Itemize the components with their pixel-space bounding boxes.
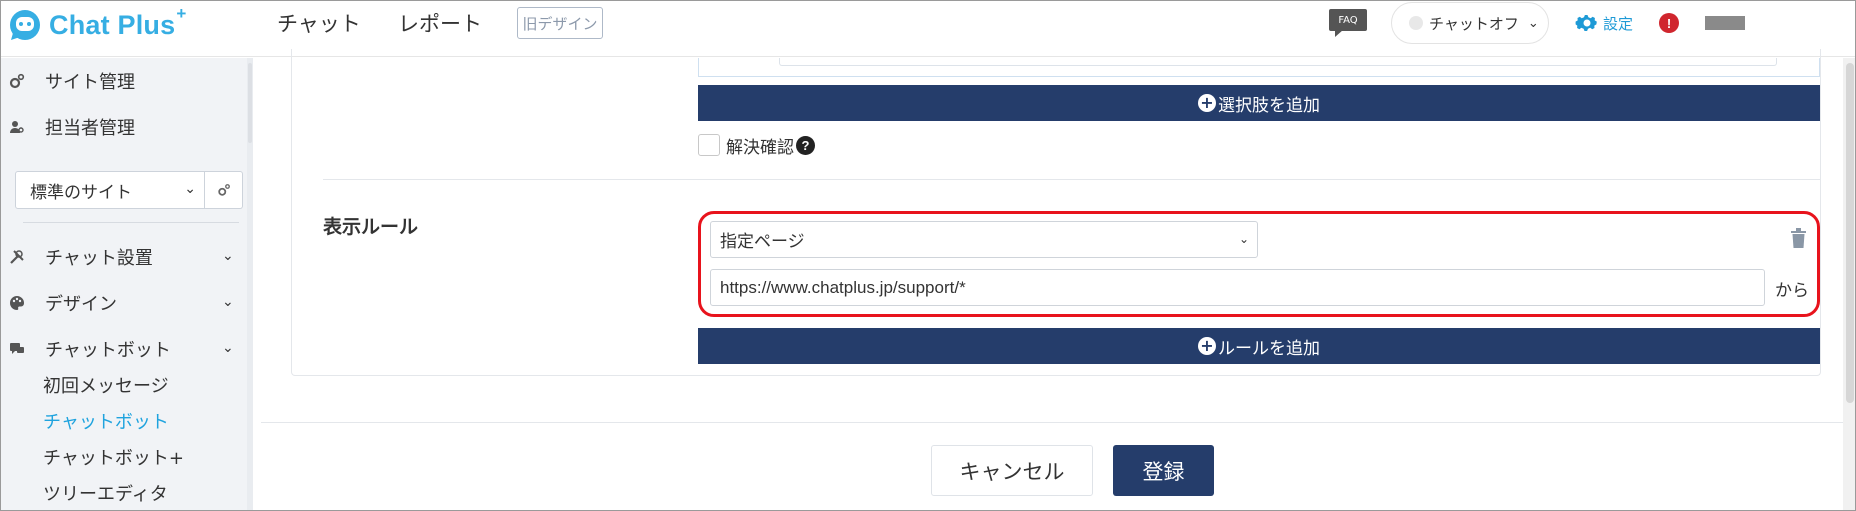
- sidebar-item-chat-install[interactable]: チャット設置: [9, 245, 153, 269]
- faq-icon[interactable]: FAQ: [1329, 9, 1367, 37]
- sidebar-item-label: チャット設置: [45, 248, 153, 269]
- alert-icon[interactable]: !: [1659, 13, 1679, 33]
- nav-report[interactable]: レポート: [398, 1, 482, 45]
- chevron-down-icon: ⌄: [1527, 15, 1539, 31]
- status-dot-icon: [1409, 16, 1423, 30]
- nav-chat[interactable]: チャット: [277, 1, 361, 45]
- resolve-check-label: 解決確認: [726, 137, 794, 158]
- logo-plus: +: [176, 4, 187, 23]
- sidebar-subitem-chatbot[interactable]: チャットボット: [43, 409, 169, 433]
- help-icon[interactable]: ?: [796, 135, 815, 155]
- plus-circle-icon: +: [1198, 337, 1216, 355]
- resolve-checkbox[interactable]: [698, 134, 720, 156]
- chevron-down-icon: ⌄: [184, 181, 196, 197]
- plus-circle-icon: +: [1198, 94, 1216, 112]
- faq-label: FAQ: [1329, 9, 1367, 31]
- save-button[interactable]: 登録: [1113, 445, 1214, 496]
- resolve-check-row: 解決確認 ?: [698, 134, 815, 158]
- sidebar-subitem-tree-editor[interactable]: ツリーエディタ: [43, 481, 168, 505]
- gear-icon: [1575, 15, 1597, 31]
- sidebar-divider: [23, 222, 239, 223]
- gears-icon: [9, 73, 25, 89]
- settings-label: 設定: [1603, 14, 1634, 33]
- site-select-value: 標準のサイト: [30, 182, 132, 203]
- chevron-down-icon[interactable]: ⌄: [222, 248, 234, 264]
- chat-bubbles-icon: [10, 343, 24, 354]
- highlight-annotation: [698, 211, 1820, 317]
- site-select[interactable]: 標準のサイト ⌄: [15, 171, 205, 209]
- add-rule-label: ルールを追加: [1218, 338, 1320, 359]
- sidebar-subitem-chatbot-plus[interactable]: チャットボット+: [43, 445, 184, 469]
- old-design-button[interactable]: 旧デザイン: [517, 7, 603, 39]
- add-rule-button[interactable]: + ルールを追加: [698, 328, 1820, 364]
- chatplus-logo[interactable]: Chat Plus +: [7, 4, 187, 45]
- users-icon: [10, 121, 24, 133]
- display-rule-label: 表示ルール: [323, 216, 419, 238]
- choice-input[interactable]: [779, 58, 1777, 66]
- chat-status-dropdown[interactable]: チャットオフ ⌄: [1391, 2, 1549, 44]
- footer-divider: [261, 422, 1843, 423]
- sidebar-item-label: サイト管理: [45, 72, 135, 93]
- chat-status-label: チャットオフ: [1429, 14, 1519, 33]
- sidebar-subitem-first-message[interactable]: 初回メッセージ: [43, 373, 169, 397]
- user-name-redacted[interactable]: [1705, 16, 1745, 30]
- logo-text: Chat Plus: [49, 9, 176, 40]
- app-window: Chat Plus + チャット レポート 旧デザイン FAQ チャットオフ ⌄…: [0, 0, 1856, 511]
- add-choice-button[interactable]: + 選択肢を追加: [698, 85, 1820, 121]
- add-choice-label: 選択肢を追加: [1218, 95, 1320, 116]
- row-divider: [323, 179, 1820, 180]
- chatplus-logo-icon: [10, 10, 40, 40]
- chevron-down-icon[interactable]: ⌄: [222, 340, 234, 356]
- palette-icon: [10, 295, 25, 310]
- sidebar-item-label: デザイン: [45, 294, 117, 315]
- gears-icon: [217, 184, 230, 196]
- tools-icon: [10, 250, 24, 264]
- sidebar-item-design[interactable]: デザイン: [9, 291, 117, 315]
- settings-link[interactable]: 設定: [1575, 10, 1633, 36]
- chevron-down-icon[interactable]: ⌄: [222, 294, 234, 310]
- site-settings-button[interactable]: [205, 171, 243, 209]
- main-scrollbar-thumb[interactable]: [1846, 63, 1854, 403]
- sidebar-item-site-management[interactable]: サイト管理: [9, 69, 135, 93]
- sidebar-scrollbar-thumb[interactable]: [248, 63, 252, 143]
- cancel-button[interactable]: キャンセル: [931, 445, 1093, 496]
- sidebar-item-label: 担当者管理: [45, 118, 135, 139]
- faq-bubble-tail: [1335, 30, 1343, 37]
- sidebar-item-label: チャットボット: [45, 340, 171, 361]
- sidebar-item-chatbot[interactable]: チャットボット: [9, 337, 171, 361]
- sidebar-item-staff-management[interactable]: 担当者管理: [9, 115, 135, 139]
